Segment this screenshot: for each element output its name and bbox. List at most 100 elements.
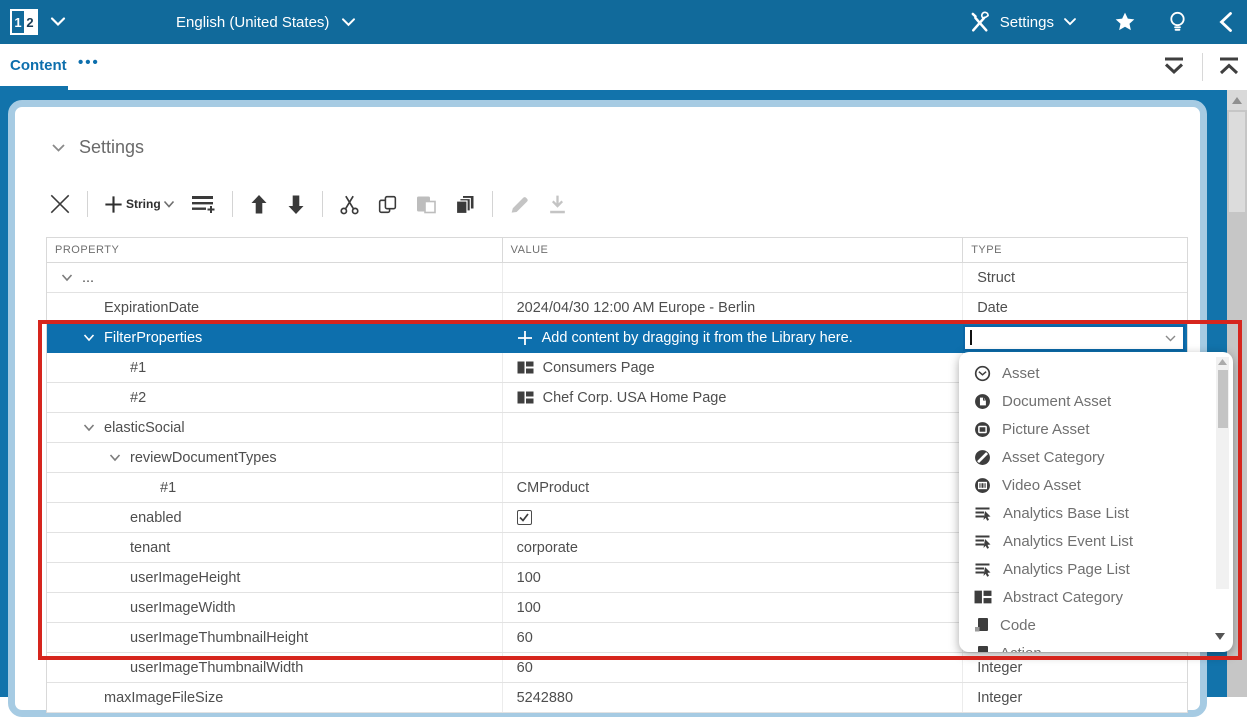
- scrollbar-thumb[interactable]: [1218, 370, 1228, 428]
- analytics-list-icon: [974, 505, 992, 521]
- star-icon[interactable]: [1113, 11, 1137, 34]
- table-row[interactable]: FilterPropertiesAdd content by dragging …: [47, 323, 1187, 353]
- table-row[interactable]: ExpirationDate2024/04/30 12:00 AM Europe…: [47, 293, 1187, 323]
- toolbar-divider: [232, 191, 233, 217]
- dropdown-item[interactable]: Abstract Category: [959, 583, 1233, 611]
- plus-icon: [517, 330, 533, 346]
- dropdown-item[interactable]: Asset: [959, 359, 1233, 387]
- table-row[interactable]: maxImageFileSize5242880Integer: [47, 683, 1187, 713]
- column-header-value[interactable]: VALUE: [503, 238, 964, 262]
- add-multiple-icon[interactable]: [190, 193, 217, 215]
- value-cell: 5242880: [503, 683, 964, 712]
- type-cell: Date: [963, 293, 1187, 322]
- scrollbar-thumb[interactable]: [1229, 112, 1245, 212]
- abstract-category-icon: [974, 590, 992, 604]
- chevron-down-icon: [1063, 17, 1077, 27]
- property-type: Date: [977, 300, 1008, 316]
- add-property-button[interactable]: String: [103, 194, 175, 215]
- tab-content[interactable]: Content: [10, 57, 67, 74]
- dropdown-item-label: Asset: [1002, 365, 1040, 382]
- value-cell: [503, 263, 964, 292]
- dropdown-item[interactable]: Analytics Event List: [959, 527, 1233, 555]
- dropdown-item-label: Analytics Event List: [1003, 533, 1133, 550]
- tools-icon: [968, 11, 991, 34]
- dropdown-item[interactable]: Analytics Base List: [959, 499, 1233, 527]
- move-down-icon[interactable]: [285, 193, 307, 216]
- enabled-checkbox[interactable]: [517, 510, 532, 525]
- move-up-icon[interactable]: [248, 193, 270, 216]
- edit-icon[interactable]: [508, 193, 531, 216]
- property-value: 60: [517, 630, 533, 646]
- copy-icon[interactable]: [376, 193, 399, 216]
- paste-icon[interactable]: [414, 193, 438, 216]
- toolbar-divider: [322, 191, 323, 217]
- dropdown-item-label: Code: [1000, 617, 1036, 634]
- dropdown-scrollbar[interactable]: [1216, 357, 1229, 589]
- app-menu-chevron-icon[interactable]: [50, 16, 66, 28]
- property-cell: tenant: [47, 533, 503, 562]
- collapse-up-icon[interactable]: [1216, 55, 1242, 78]
- chevron-down-white-icon[interactable]: [83, 334, 95, 342]
- dropdown-item[interactable]: Analytics Page List: [959, 555, 1233, 583]
- value-cell: 100: [503, 563, 964, 592]
- collapse-panel-icon[interactable]: [1218, 11, 1233, 33]
- property-value: 100: [517, 570, 541, 586]
- text-cursor: [970, 330, 972, 345]
- remove-icon[interactable]: [48, 192, 72, 216]
- language-selector[interactable]: English (United States): [176, 14, 356, 31]
- property-name: elasticSocial: [104, 420, 185, 436]
- collapse-down-icon[interactable]: [1161, 55, 1187, 78]
- chevron-down-icon: [163, 200, 175, 209]
- combo-chevron-icon[interactable]: [1165, 335, 1176, 342]
- property-name: userImageWidth: [130, 600, 236, 616]
- dropdown-item-label: Document Asset: [1002, 393, 1111, 410]
- column-header-type[interactable]: TYPE: [963, 238, 1187, 262]
- table-row[interactable]: ...Struct: [47, 263, 1187, 293]
- value-cell: [503, 413, 964, 442]
- app-logo[interactable]: 1 2: [10, 9, 38, 35]
- property-name: userImageThumbnailWidth: [130, 660, 303, 676]
- property-value: 60: [517, 660, 533, 676]
- property-name: tenant: [130, 540, 170, 556]
- section-collapse-chevron-icon[interactable]: [51, 143, 66, 153]
- content-item-icon: [517, 391, 534, 404]
- property-cell: FilterProperties: [47, 323, 503, 352]
- property-name: userImageHeight: [130, 570, 240, 586]
- tab-bar: Content •••: [0, 44, 1247, 90]
- cut-icon[interactable]: [338, 193, 361, 216]
- action-icon: [974, 645, 989, 652]
- table-row[interactable]: userImageThumbnailWidth60Integer: [47, 653, 1187, 683]
- scroll-up-icon[interactable]: [1218, 359, 1227, 365]
- scroll-down-icon[interactable]: [1215, 633, 1225, 640]
- chevron-down-icon[interactable]: [61, 274, 73, 282]
- lightbulb-icon[interactable]: [1167, 10, 1188, 34]
- dropdown-item[interactable]: Action: [959, 639, 1233, 652]
- dropdown-item[interactable]: Picture Asset: [959, 415, 1233, 443]
- logo-digit-left: 1: [12, 11, 24, 33]
- dropdown-item[interactable]: Code: [959, 611, 1233, 639]
- property-value: 5242880: [517, 690, 573, 706]
- dropdown-item[interactable]: Asset Category: [959, 443, 1233, 471]
- content-link[interactable]: Consumers Page: [543, 360, 655, 376]
- column-header-property[interactable]: PROPERTY: [47, 238, 503, 262]
- dropdown-item-label: Picture Asset: [1002, 421, 1090, 438]
- tab-overflow-icon[interactable]: •••: [78, 54, 100, 71]
- chevron-down-icon[interactable]: [109, 454, 121, 462]
- property-cell: reviewDocumentTypes: [47, 443, 503, 472]
- property-name: reviewDocumentTypes: [130, 450, 277, 466]
- property-name: enabled: [130, 510, 182, 526]
- content-link[interactable]: Chef Corp. USA Home Page: [543, 390, 727, 406]
- tabbar-divider: [1202, 53, 1203, 81]
- property-name: FilterProperties: [104, 330, 202, 346]
- add-icon: [103, 194, 124, 215]
- type-combobox[interactable]: [963, 325, 1185, 351]
- scroll-up-icon[interactable]: [1227, 90, 1247, 110]
- dropdown-item[interactable]: Document Asset: [959, 387, 1233, 415]
- dropdown-item[interactable]: Video Asset: [959, 471, 1233, 499]
- chevron-down-icon[interactable]: [83, 424, 95, 432]
- download-icon[interactable]: [546, 193, 569, 216]
- settings-menu[interactable]: Settings: [968, 11, 1077, 34]
- property-name: userImageThumbnailHeight: [130, 630, 308, 646]
- paste-multiple-icon[interactable]: [453, 193, 477, 216]
- document-asset-icon: [974, 393, 991, 410]
